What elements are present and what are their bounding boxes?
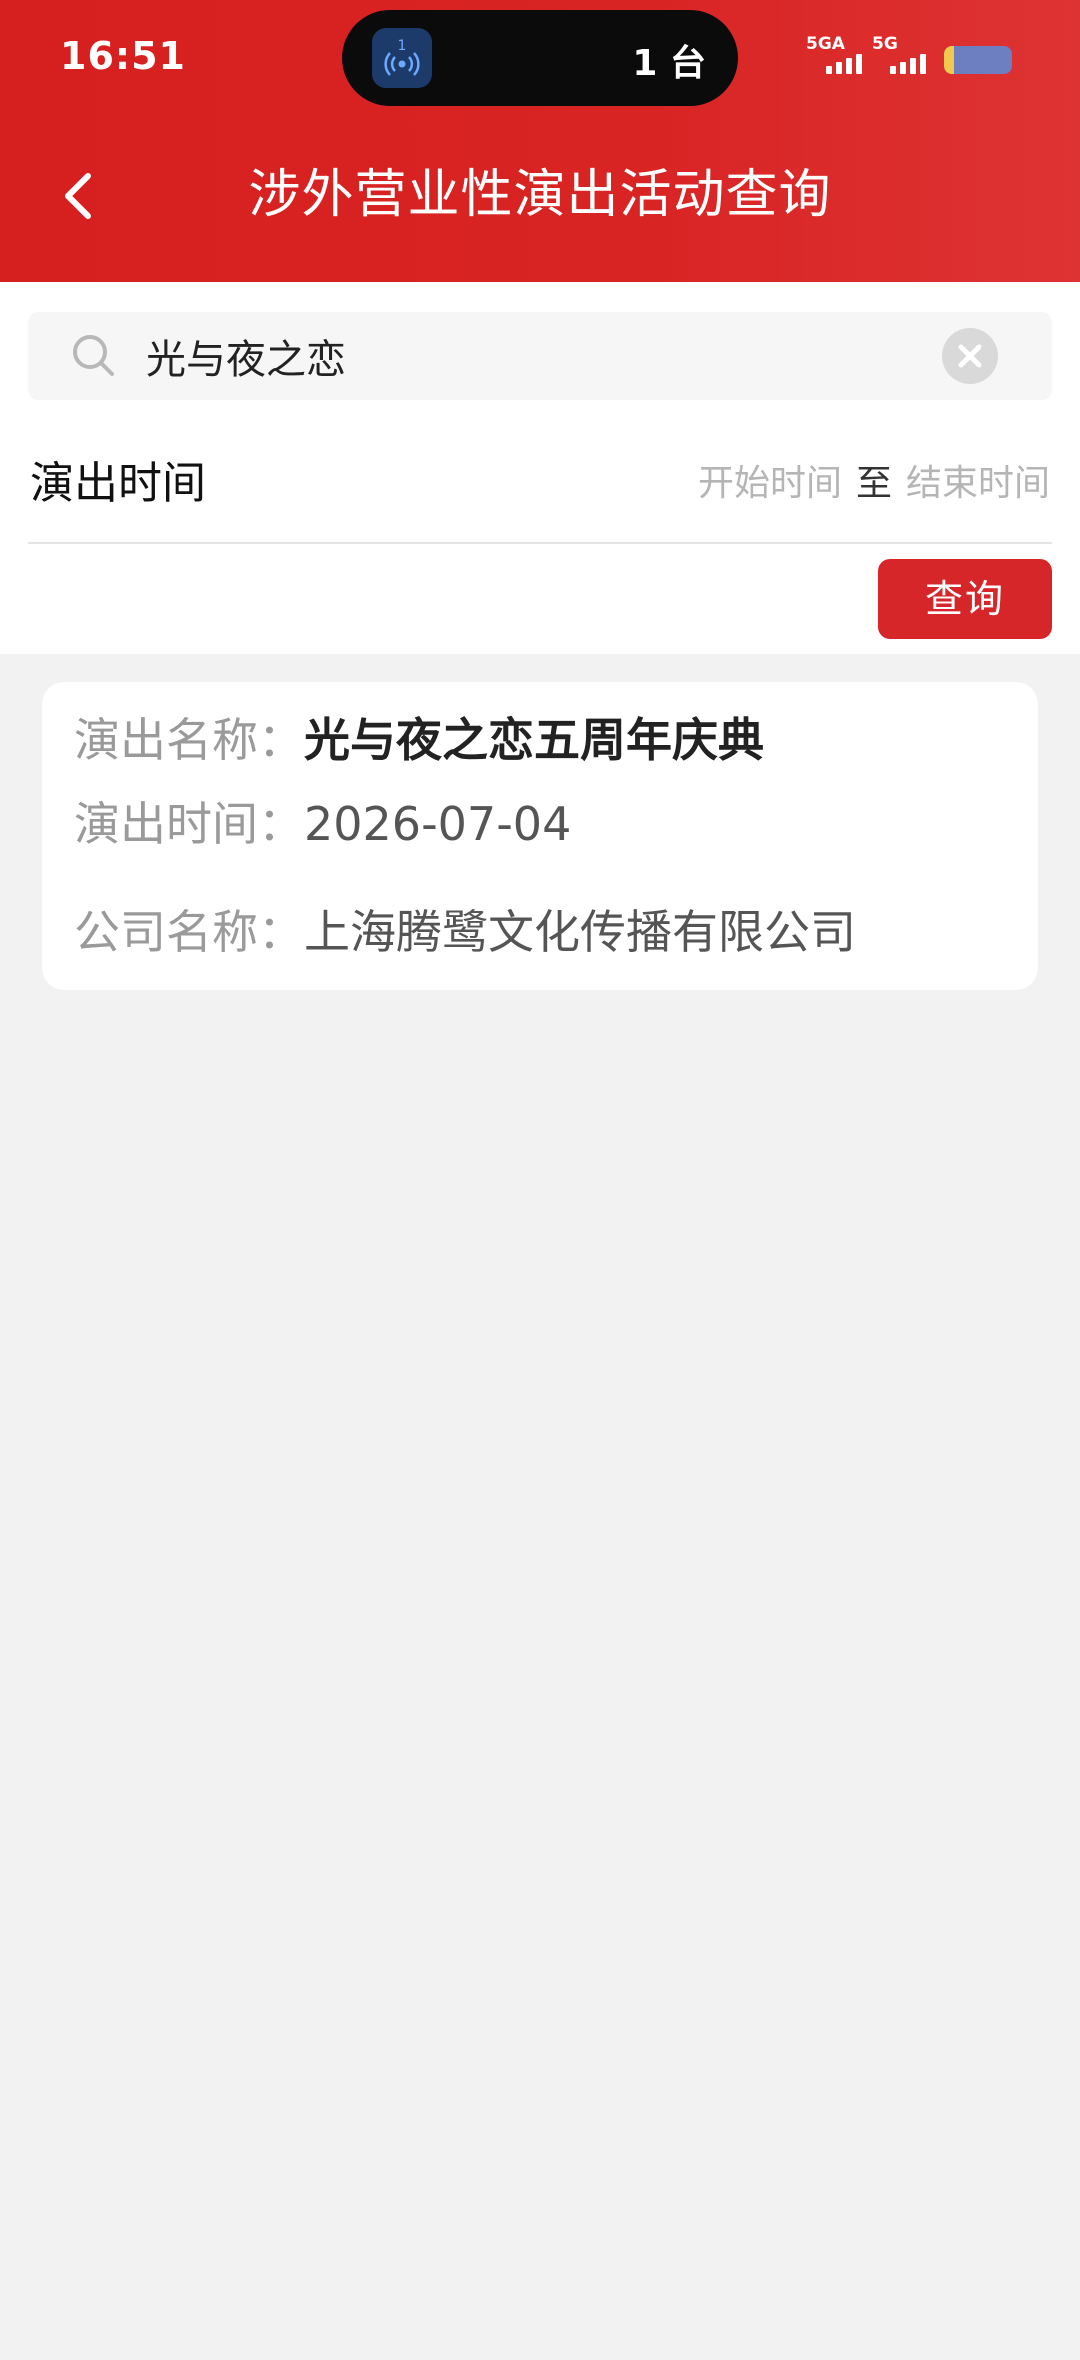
battery-icon	[944, 46, 1012, 74]
status-bar: 16:51 1 1 台 5GA 5G	[0, 0, 1080, 110]
result-name-value: 光与夜之恋五周年庆典	[304, 713, 764, 767]
date-label: 演出时间	[30, 458, 206, 509]
result-time-row: 演出时间：2026-07-04	[74, 794, 571, 854]
search-box[interactable]	[28, 312, 1052, 400]
date-range-row: 演出时间 开始时间至结束时间	[30, 442, 1050, 526]
search-input[interactable]	[146, 312, 946, 400]
page-title: 涉外营业性演出活动查询	[248, 165, 832, 225]
search-icon	[73, 335, 114, 376]
result-card[interactable]: 演出名称：光与夜之恋五周年庆典 演出时间：2026-07-04 公司名称：上海腾…	[42, 682, 1038, 990]
signal-bars-1	[826, 54, 862, 74]
island-badge-text: 1	[398, 38, 407, 54]
island-app-icon: 1	[372, 28, 432, 88]
query-button[interactable]: 查询	[878, 559, 1052, 639]
status-time: 16:51	[60, 34, 186, 78]
app-header: 16:51 1 1 台 5GA 5G 涉外营业性演出活动查询	[0, 0, 1080, 282]
divider	[28, 542, 1052, 544]
network-label-2: 5G	[872, 34, 898, 54]
start-date-field[interactable]: 开始时间	[698, 463, 842, 504]
result-company-label: 公司名称：	[74, 905, 304, 959]
network-label-1: 5GA	[806, 34, 845, 54]
island-text: 1 台	[632, 43, 706, 84]
filter-panel: 演出时间 开始时间至结束时间 查询	[0, 282, 1080, 654]
clear-search-button[interactable]	[942, 328, 998, 384]
result-company-row: 公司名称：上海腾鹭文化传播有限公司	[74, 902, 856, 962]
result-time-value: 2026-07-04	[304, 797, 572, 851]
signal-bars-2	[890, 54, 926, 74]
dynamic-island[interactable]: 1 1 台	[342, 10, 738, 106]
date-range-picker: 开始时间至结束时间	[698, 442, 1050, 526]
result-name-label: 演出名称：	[74, 713, 304, 767]
close-icon	[958, 344, 982, 368]
end-date-field[interactable]: 结束时间	[906, 463, 1050, 504]
result-company-value: 上海腾鹭文化传播有限公司	[304, 905, 856, 959]
date-separator: 至	[855, 463, 892, 504]
result-time-label: 演出时间：	[74, 797, 304, 851]
result-name-row: 演出名称：光与夜之恋五周年庆典	[74, 710, 764, 770]
